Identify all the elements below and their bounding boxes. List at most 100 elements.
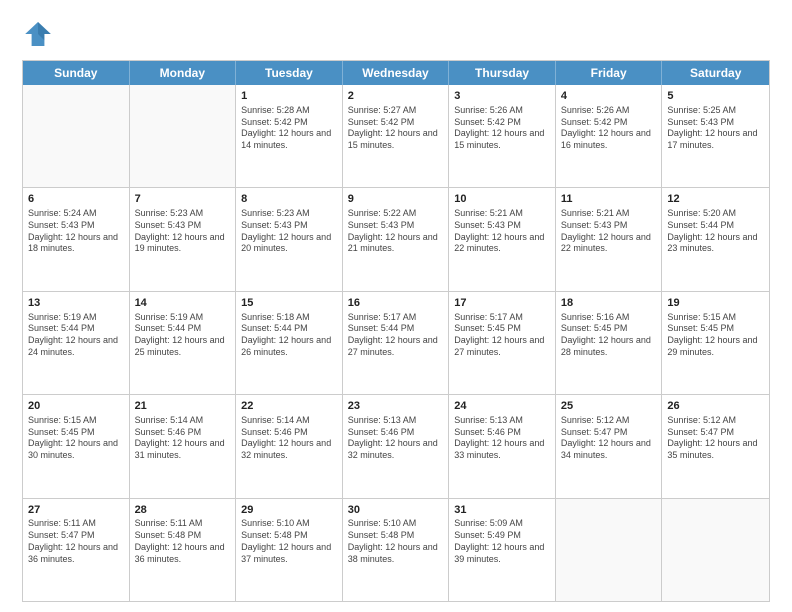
- day-number: 7: [135, 192, 231, 207]
- calendar: SundayMondayTuesdayWednesdayThursdayFrid…: [22, 60, 770, 602]
- cell-info: Sunrise: 5:09 AM Sunset: 5:49 PM Dayligh…: [454, 518, 550, 565]
- day-header-wednesday: Wednesday: [343, 61, 450, 85]
- calendar-cell: 2Sunrise: 5:27 AM Sunset: 5:42 PM Daylig…: [343, 85, 450, 187]
- page: SundayMondayTuesdayWednesdayThursdayFrid…: [0, 0, 792, 612]
- day-number: 14: [135, 296, 231, 311]
- day-number: 1: [241, 89, 337, 104]
- calendar-cell: 9Sunrise: 5:22 AM Sunset: 5:43 PM Daylig…: [343, 188, 450, 290]
- calendar-cell: 6Sunrise: 5:24 AM Sunset: 5:43 PM Daylig…: [23, 188, 130, 290]
- day-header-monday: Monday: [130, 61, 237, 85]
- day-number: 21: [135, 399, 231, 414]
- day-number: 9: [348, 192, 444, 207]
- cell-info: Sunrise: 5:10 AM Sunset: 5:48 PM Dayligh…: [348, 518, 444, 565]
- day-header-sunday: Sunday: [23, 61, 130, 85]
- calendar-body: 1Sunrise: 5:28 AM Sunset: 5:42 PM Daylig…: [23, 85, 769, 601]
- calendar-cell: 15Sunrise: 5:18 AM Sunset: 5:44 PM Dayli…: [236, 292, 343, 394]
- cell-info: Sunrise: 5:15 AM Sunset: 5:45 PM Dayligh…: [28, 415, 124, 462]
- day-number: 28: [135, 503, 231, 518]
- cell-info: Sunrise: 5:11 AM Sunset: 5:47 PM Dayligh…: [28, 518, 124, 565]
- cell-info: Sunrise: 5:23 AM Sunset: 5:43 PM Dayligh…: [241, 208, 337, 255]
- cell-info: Sunrise: 5:17 AM Sunset: 5:44 PM Dayligh…: [348, 312, 444, 359]
- calendar-cell: 18Sunrise: 5:16 AM Sunset: 5:45 PM Dayli…: [556, 292, 663, 394]
- day-number: 25: [561, 399, 657, 414]
- day-number: 3: [454, 89, 550, 104]
- calendar-cell: 26Sunrise: 5:12 AM Sunset: 5:47 PM Dayli…: [662, 395, 769, 497]
- cell-info: Sunrise: 5:25 AM Sunset: 5:43 PM Dayligh…: [667, 105, 764, 152]
- cell-info: Sunrise: 5:26 AM Sunset: 5:42 PM Dayligh…: [454, 105, 550, 152]
- header: [22, 18, 770, 50]
- cell-info: Sunrise: 5:27 AM Sunset: 5:42 PM Dayligh…: [348, 105, 444, 152]
- calendar-cell: 5Sunrise: 5:25 AM Sunset: 5:43 PM Daylig…: [662, 85, 769, 187]
- calendar-cell: 19Sunrise: 5:15 AM Sunset: 5:45 PM Dayli…: [662, 292, 769, 394]
- calendar-cell: 23Sunrise: 5:13 AM Sunset: 5:46 PM Dayli…: [343, 395, 450, 497]
- day-number: 26: [667, 399, 764, 414]
- cell-info: Sunrise: 5:15 AM Sunset: 5:45 PM Dayligh…: [667, 312, 764, 359]
- cell-info: Sunrise: 5:13 AM Sunset: 5:46 PM Dayligh…: [454, 415, 550, 462]
- calendar-cell: 17Sunrise: 5:17 AM Sunset: 5:45 PM Dayli…: [449, 292, 556, 394]
- day-number: 31: [454, 503, 550, 518]
- day-number: 24: [454, 399, 550, 414]
- day-number: 20: [28, 399, 124, 414]
- calendar-week-5: 27Sunrise: 5:11 AM Sunset: 5:47 PM Dayli…: [23, 498, 769, 601]
- cell-info: Sunrise: 5:19 AM Sunset: 5:44 PM Dayligh…: [28, 312, 124, 359]
- cell-info: Sunrise: 5:18 AM Sunset: 5:44 PM Dayligh…: [241, 312, 337, 359]
- day-header-tuesday: Tuesday: [236, 61, 343, 85]
- calendar-cell: 27Sunrise: 5:11 AM Sunset: 5:47 PM Dayli…: [23, 499, 130, 601]
- day-number: 27: [28, 503, 124, 518]
- calendar-cell: [662, 499, 769, 601]
- calendar-cell: 25Sunrise: 5:12 AM Sunset: 5:47 PM Dayli…: [556, 395, 663, 497]
- day-number: 30: [348, 503, 444, 518]
- cell-info: Sunrise: 5:14 AM Sunset: 5:46 PM Dayligh…: [135, 415, 231, 462]
- day-number: 6: [28, 192, 124, 207]
- calendar-cell: 29Sunrise: 5:10 AM Sunset: 5:48 PM Dayli…: [236, 499, 343, 601]
- calendar-week-4: 20Sunrise: 5:15 AM Sunset: 5:45 PM Dayli…: [23, 394, 769, 497]
- logo: [22, 18, 58, 50]
- day-number: 17: [454, 296, 550, 311]
- logo-icon: [22, 18, 54, 50]
- calendar-cell: 7Sunrise: 5:23 AM Sunset: 5:43 PM Daylig…: [130, 188, 237, 290]
- day-number: 8: [241, 192, 337, 207]
- day-number: 18: [561, 296, 657, 311]
- calendar-cell: 11Sunrise: 5:21 AM Sunset: 5:43 PM Dayli…: [556, 188, 663, 290]
- cell-info: Sunrise: 5:28 AM Sunset: 5:42 PM Dayligh…: [241, 105, 337, 152]
- calendar-cell: 14Sunrise: 5:19 AM Sunset: 5:44 PM Dayli…: [130, 292, 237, 394]
- cell-info: Sunrise: 5:20 AM Sunset: 5:44 PM Dayligh…: [667, 208, 764, 255]
- cell-info: Sunrise: 5:24 AM Sunset: 5:43 PM Dayligh…: [28, 208, 124, 255]
- cell-info: Sunrise: 5:23 AM Sunset: 5:43 PM Dayligh…: [135, 208, 231, 255]
- cell-info: Sunrise: 5:21 AM Sunset: 5:43 PM Dayligh…: [561, 208, 657, 255]
- calendar-cell: 16Sunrise: 5:17 AM Sunset: 5:44 PM Dayli…: [343, 292, 450, 394]
- calendar-cell: [23, 85, 130, 187]
- day-number: 11: [561, 192, 657, 207]
- day-number: 12: [667, 192, 764, 207]
- cell-info: Sunrise: 5:16 AM Sunset: 5:45 PM Dayligh…: [561, 312, 657, 359]
- cell-info: Sunrise: 5:17 AM Sunset: 5:45 PM Dayligh…: [454, 312, 550, 359]
- calendar-cell: 21Sunrise: 5:14 AM Sunset: 5:46 PM Dayli…: [130, 395, 237, 497]
- day-number: 13: [28, 296, 124, 311]
- cell-info: Sunrise: 5:14 AM Sunset: 5:46 PM Dayligh…: [241, 415, 337, 462]
- day-number: 2: [348, 89, 444, 104]
- day-number: 16: [348, 296, 444, 311]
- day-number: 19: [667, 296, 764, 311]
- calendar-week-1: 1Sunrise: 5:28 AM Sunset: 5:42 PM Daylig…: [23, 85, 769, 187]
- calendar-cell: 22Sunrise: 5:14 AM Sunset: 5:46 PM Dayli…: [236, 395, 343, 497]
- cell-info: Sunrise: 5:12 AM Sunset: 5:47 PM Dayligh…: [667, 415, 764, 462]
- calendar-cell: 28Sunrise: 5:11 AM Sunset: 5:48 PM Dayli…: [130, 499, 237, 601]
- cell-info: Sunrise: 5:10 AM Sunset: 5:48 PM Dayligh…: [241, 518, 337, 565]
- day-number: 29: [241, 503, 337, 518]
- day-header-saturday: Saturday: [662, 61, 769, 85]
- cell-info: Sunrise: 5:26 AM Sunset: 5:42 PM Dayligh…: [561, 105, 657, 152]
- calendar-cell: 8Sunrise: 5:23 AM Sunset: 5:43 PM Daylig…: [236, 188, 343, 290]
- cell-info: Sunrise: 5:21 AM Sunset: 5:43 PM Dayligh…: [454, 208, 550, 255]
- calendar-cell: [130, 85, 237, 187]
- cell-info: Sunrise: 5:13 AM Sunset: 5:46 PM Dayligh…: [348, 415, 444, 462]
- day-number: 5: [667, 89, 764, 104]
- calendar-week-3: 13Sunrise: 5:19 AM Sunset: 5:44 PM Dayli…: [23, 291, 769, 394]
- calendar-cell: 30Sunrise: 5:10 AM Sunset: 5:48 PM Dayli…: [343, 499, 450, 601]
- calendar-cell: 20Sunrise: 5:15 AM Sunset: 5:45 PM Dayli…: [23, 395, 130, 497]
- day-number: 10: [454, 192, 550, 207]
- day-number: 4: [561, 89, 657, 104]
- day-number: 23: [348, 399, 444, 414]
- calendar-cell: 24Sunrise: 5:13 AM Sunset: 5:46 PM Dayli…: [449, 395, 556, 497]
- calendar-cell: 10Sunrise: 5:21 AM Sunset: 5:43 PM Dayli…: [449, 188, 556, 290]
- cell-info: Sunrise: 5:22 AM Sunset: 5:43 PM Dayligh…: [348, 208, 444, 255]
